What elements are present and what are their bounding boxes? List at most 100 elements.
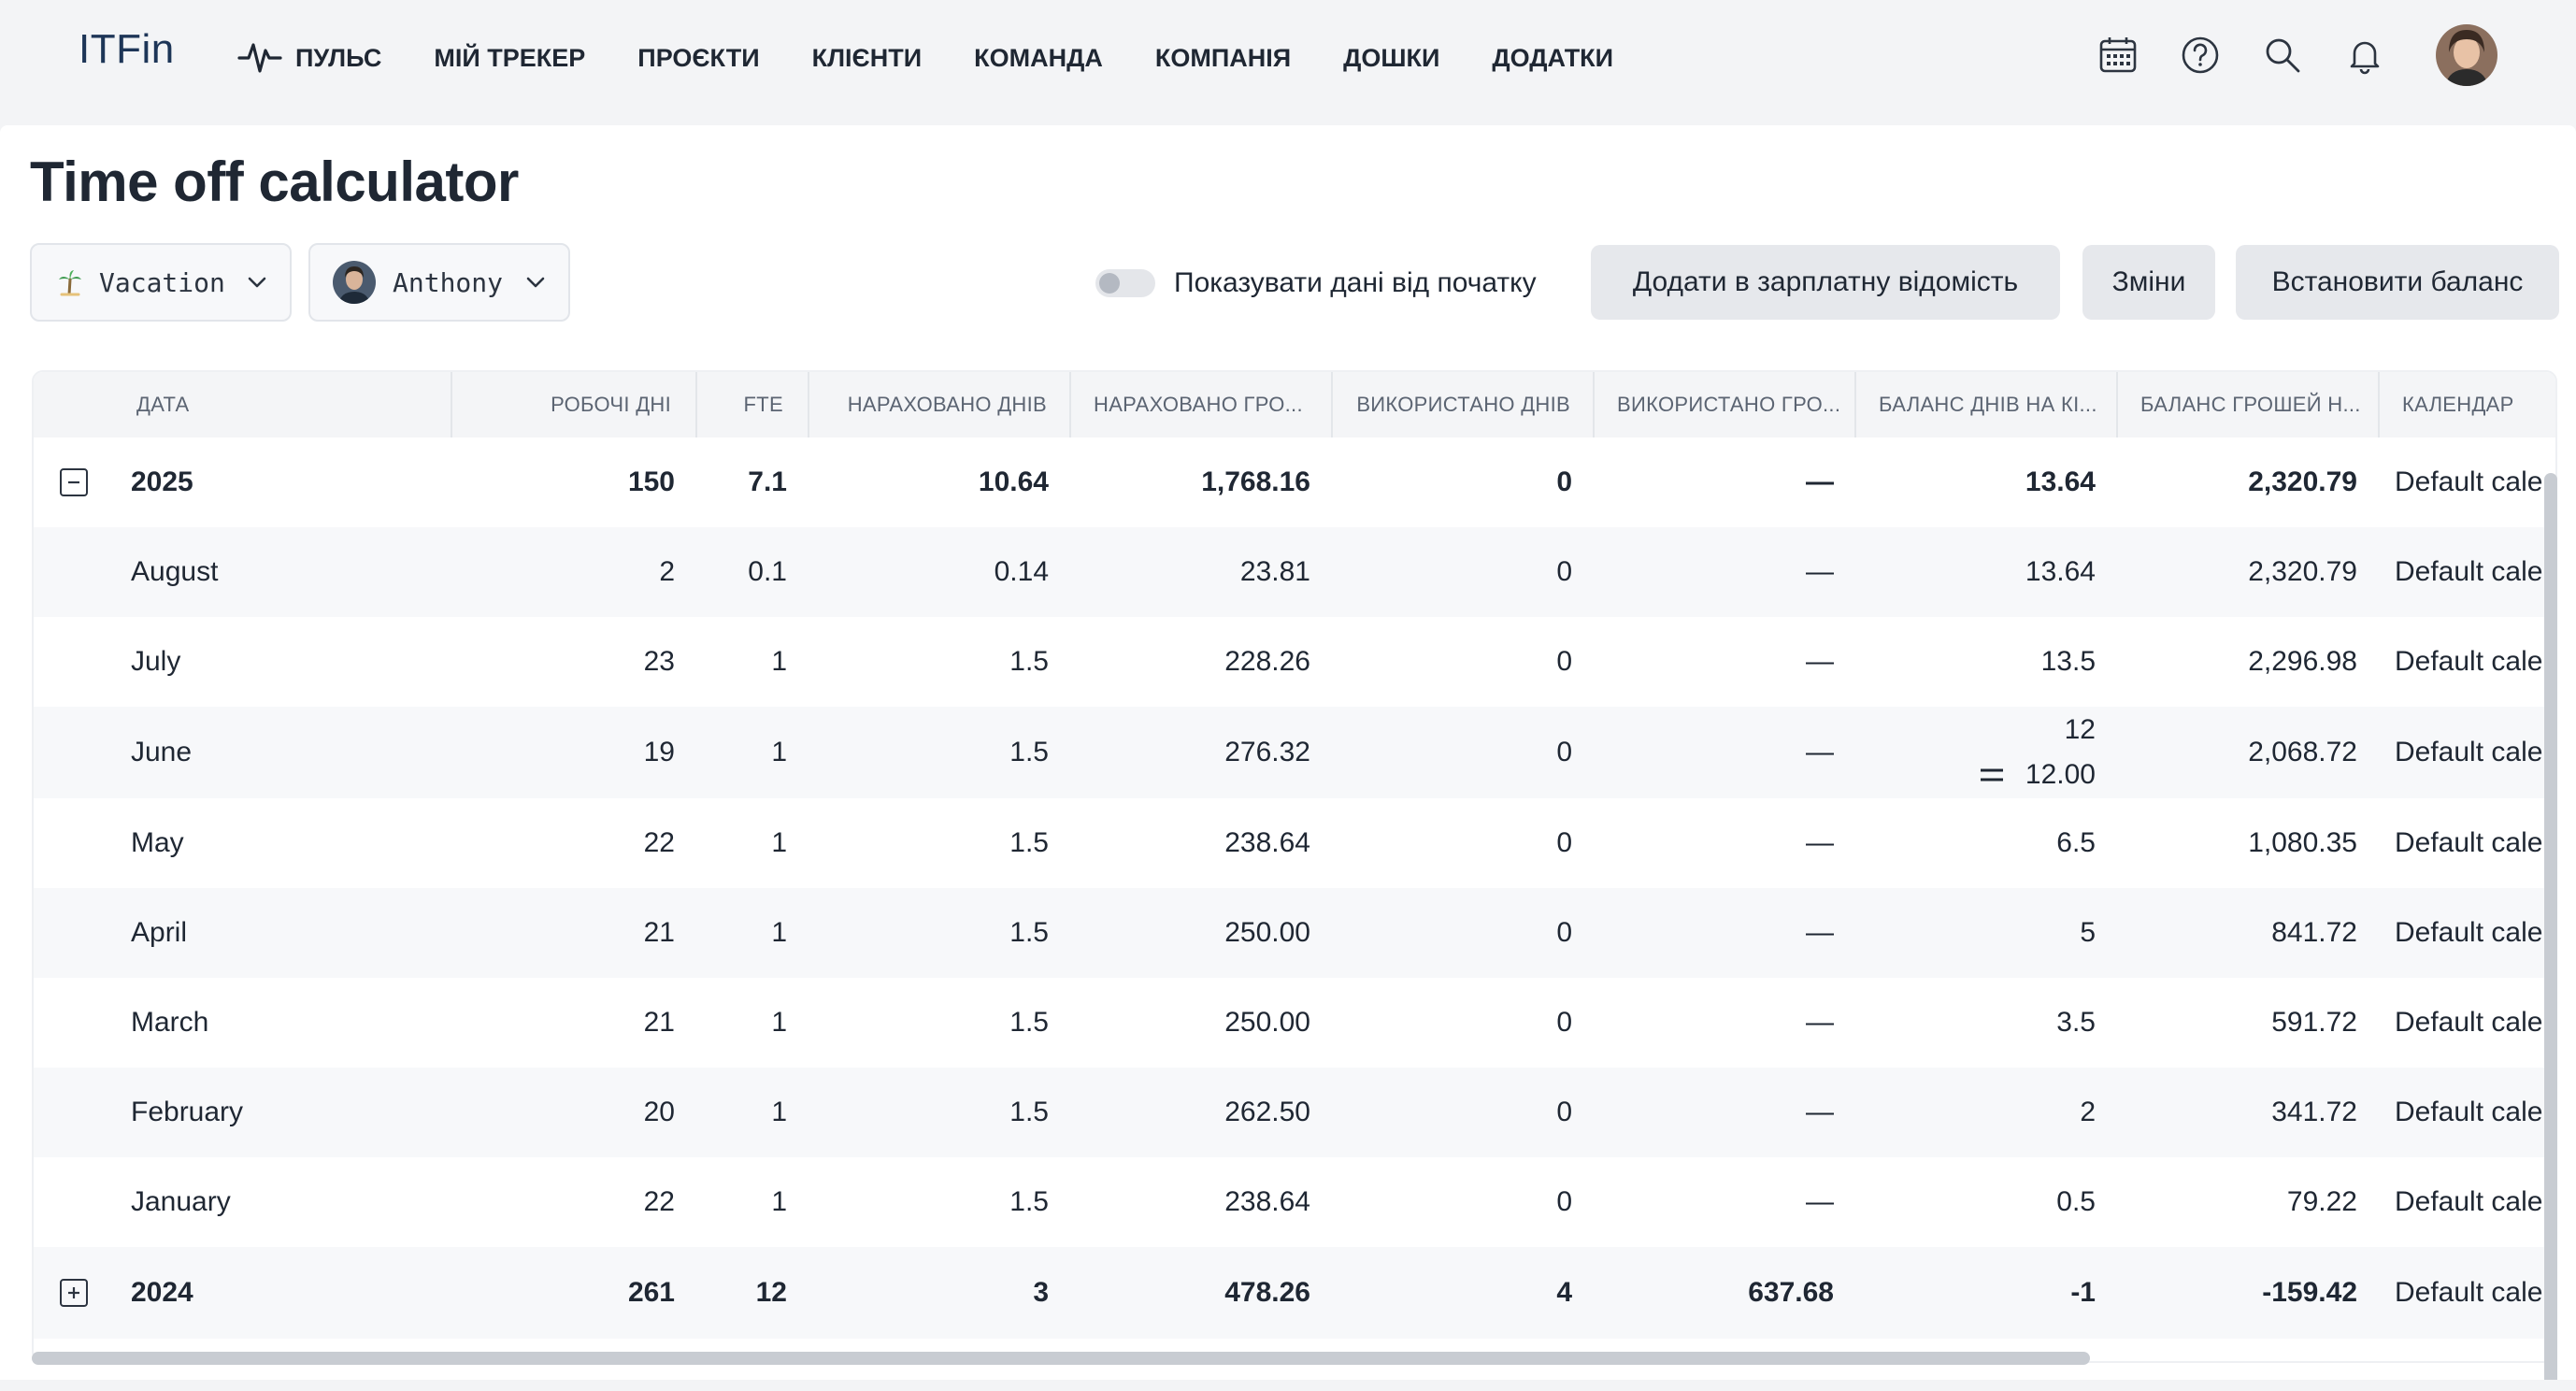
balance-money-cell-text: 79.22 (2286, 1186, 2357, 1217)
nav-item-clients[interactable]: КЛІЄНТИ (812, 44, 923, 73)
set-balance-button[interactable]: Встановити баланс (2236, 245, 2559, 320)
table-row: July 23 1 1.5 228.26 0 — 13.5 2,296.98 Default ca… (34, 617, 2555, 707)
date-cell[interactable]: May (131, 798, 449, 888)
collapse-icon[interactable] (60, 468, 88, 496)
horizontal-scrollbar[interactable] (32, 1352, 2090, 1365)
calendar-icon[interactable] (2096, 33, 2140, 78)
used-days-cell: 0 (1333, 978, 1572, 1068)
date-cell[interactable]: April (131, 888, 449, 978)
show-from-start-toggle-group: Показувати дані від початку (1095, 262, 1537, 305)
accrued-money-cell-text: 250.00 (1224, 1007, 1310, 1038)
help-icon[interactable] (2178, 33, 2223, 78)
used-money-cell-text: — (1806, 827, 1834, 858)
balance-money-cell: 2,068.72 (2118, 707, 2357, 798)
calendar-cell[interactable]: Default cale (2395, 798, 2555, 888)
balance-money-cell-text: 2,320.79 (2248, 466, 2357, 497)
work-days-cell: 22 (452, 798, 675, 888)
calendar-cell[interactable]: Default cale (2395, 1068, 2555, 1157)
work-days-cell-text: 21 (643, 917, 675, 948)
date-cell[interactable]: 2024 (131, 1247, 449, 1339)
main-nav: ПУЛЬС МІЙ ТРЕКЕР ПРОЄКТИ КЛІЄНТИ КОМАНДА… (237, 32, 1666, 84)
column-header-date[interactable]: ДАТА (34, 372, 452, 437)
work-days-cell-text: 150 (627, 466, 675, 497)
nav-item-my-tracker[interactable]: МІЙ ТРЕКЕР (434, 44, 585, 73)
nav-item-addons[interactable]: ДОДАТКИ (1492, 44, 1613, 73)
balance-money-cell-text: 341.72 (2271, 1097, 2357, 1127)
expand-icon[interactable] (60, 1279, 88, 1307)
used-days-cell-text: 0 (1556, 917, 1572, 948)
date-cell[interactable]: 2025 (131, 437, 449, 527)
work-days-cell-text: 22 (643, 827, 675, 858)
date-cell[interactable]: March (131, 978, 449, 1068)
calendar-cell[interactable]: Default cale (2395, 707, 2555, 798)
nav-item-company[interactable]: КОМПАНІЯ (1155, 44, 1291, 73)
accrued-days-cell-text: 1.5 (1009, 1097, 1049, 1127)
accrued-money-cell: 23.81 (1071, 527, 1310, 617)
balance-money-cell: 341.72 (2118, 1068, 2357, 1157)
balance-money-cell: 2,320.79 (2118, 437, 2357, 527)
fte-cell: 12 (697, 1247, 787, 1339)
fte-cell-text: 1 (771, 917, 787, 948)
date-cell[interactable]: July (131, 617, 449, 707)
used-money-cell-text: — (1806, 556, 1834, 587)
nav-item-team[interactable]: КОМАНДА (974, 44, 1103, 73)
bell-icon[interactable] (2342, 33, 2387, 78)
add-to-payroll-button[interactable]: Додати в зарплатну відомість (1591, 245, 2060, 320)
user-select[interactable]: Anthony (308, 243, 570, 322)
date-cell[interactable]: January (131, 1157, 449, 1247)
used-money-cell: — (1595, 798, 1834, 888)
table-group-row: 2024 261 12 3 478.26 4 637.68 -1 -159.42 Default … (34, 1247, 2555, 1339)
time-off-type-select[interactable]: Vacation (30, 243, 292, 322)
calendar-cell[interactable]: Default cale (2395, 527, 2555, 617)
app-logo[interactable]: ITFin (79, 26, 175, 73)
calendar-cell[interactable]: Default cale (2395, 888, 2555, 978)
show-from-start-toggle[interactable] (1095, 269, 1155, 297)
date-cell[interactable]: June (131, 707, 449, 798)
accrued-days-cell-text: 1.5 (1009, 1186, 1049, 1217)
date-cell[interactable]: February (131, 1068, 449, 1157)
balance-money-cell-text: 591.72 (2271, 1007, 2357, 1038)
toggle-label: Показувати дані від початку (1174, 267, 1537, 298)
palm-tree-icon (54, 266, 86, 298)
calendar-cell[interactable]: Default cale (2395, 1247, 2555, 1339)
fte-cell-text: 12 (755, 1277, 787, 1308)
fte-cell: 7.1 (697, 437, 787, 527)
calendar-cell[interactable]: Default cale (2395, 617, 2555, 707)
accrued-days-cell-text: 1.5 (1009, 646, 1049, 677)
column-header-balance-days[interactable]: БАЛАНС ДНІВ НА КІ... (1856, 372, 2118, 437)
column-header-accrued-money[interactable]: НАРАХОВАНО ГРО... (1071, 372, 1333, 437)
calendar-cell[interactable]: Default cale (2395, 437, 2555, 527)
column-header-balance-money[interactable]: БАЛАНС ГРОШЕЙ Н... (2118, 372, 2380, 437)
page-title: Time off calculator (30, 151, 519, 213)
fte-cell-text: 1 (771, 646, 787, 677)
table-header: ДАТА РОБОЧІ ДНІ FTE НАРАХОВАНО ДНІВ НАРА… (34, 372, 2555, 437)
nav-item-pulse[interactable]: ПУЛЬС (237, 39, 381, 77)
calendar-cell[interactable]: Default cale (2395, 978, 2555, 1068)
search-icon[interactable] (2260, 33, 2305, 78)
column-header-used-money[interactable]: ВИКОРИСТАНО ГРО... (1595, 372, 1856, 437)
changes-button[interactable]: Зміни (2082, 245, 2215, 320)
balance-override[interactable]: 12.00 (1979, 753, 2096, 797)
column-header-fte[interactable]: FTE (697, 372, 809, 437)
nav-item-boards[interactable]: ДОШКИ (1343, 44, 1439, 73)
work-days-cell-text: 261 (627, 1277, 675, 1308)
accrued-money-cell: 238.64 (1071, 1157, 1310, 1247)
date-cell-text: July (131, 646, 181, 677)
date-cell-text: May (131, 827, 184, 858)
nav-item-projects[interactable]: ПРОЄКТИ (637, 44, 759, 73)
table-row: March 21 1 1.5 250.00 0 — 3.5 591.72 Default cale (34, 978, 2555, 1068)
work-days-cell: 261 (452, 1247, 675, 1339)
date-cell[interactable]: August (131, 527, 449, 617)
calendar-cell[interactable]: Default cale (2395, 1157, 2555, 1247)
used-days-cell: 0 (1333, 888, 1572, 978)
balance-money-cell-text: 2,320.79 (2248, 556, 2357, 587)
column-header-work-days[interactable]: РОБОЧІ ДНІ (452, 372, 697, 437)
column-header-accrued-days[interactable]: НАРАХОВАНО ДНІВ (809, 372, 1071, 437)
column-header-calendar[interactable]: КАЛЕНДАР (2380, 372, 2555, 437)
calendar-cell-text: Default cale (2395, 827, 2543, 858)
column-header-used-days[interactable]: ВИКОРИСТАНО ДНІВ (1333, 372, 1595, 437)
nav-item-label: КОМПАНІЯ (1154, 43, 1292, 72)
avatar[interactable] (2436, 24, 2497, 86)
accrued-money-cell-text: 276.32 (1224, 737, 1310, 767)
vertical-scrollbar[interactable] (2544, 473, 2557, 1391)
